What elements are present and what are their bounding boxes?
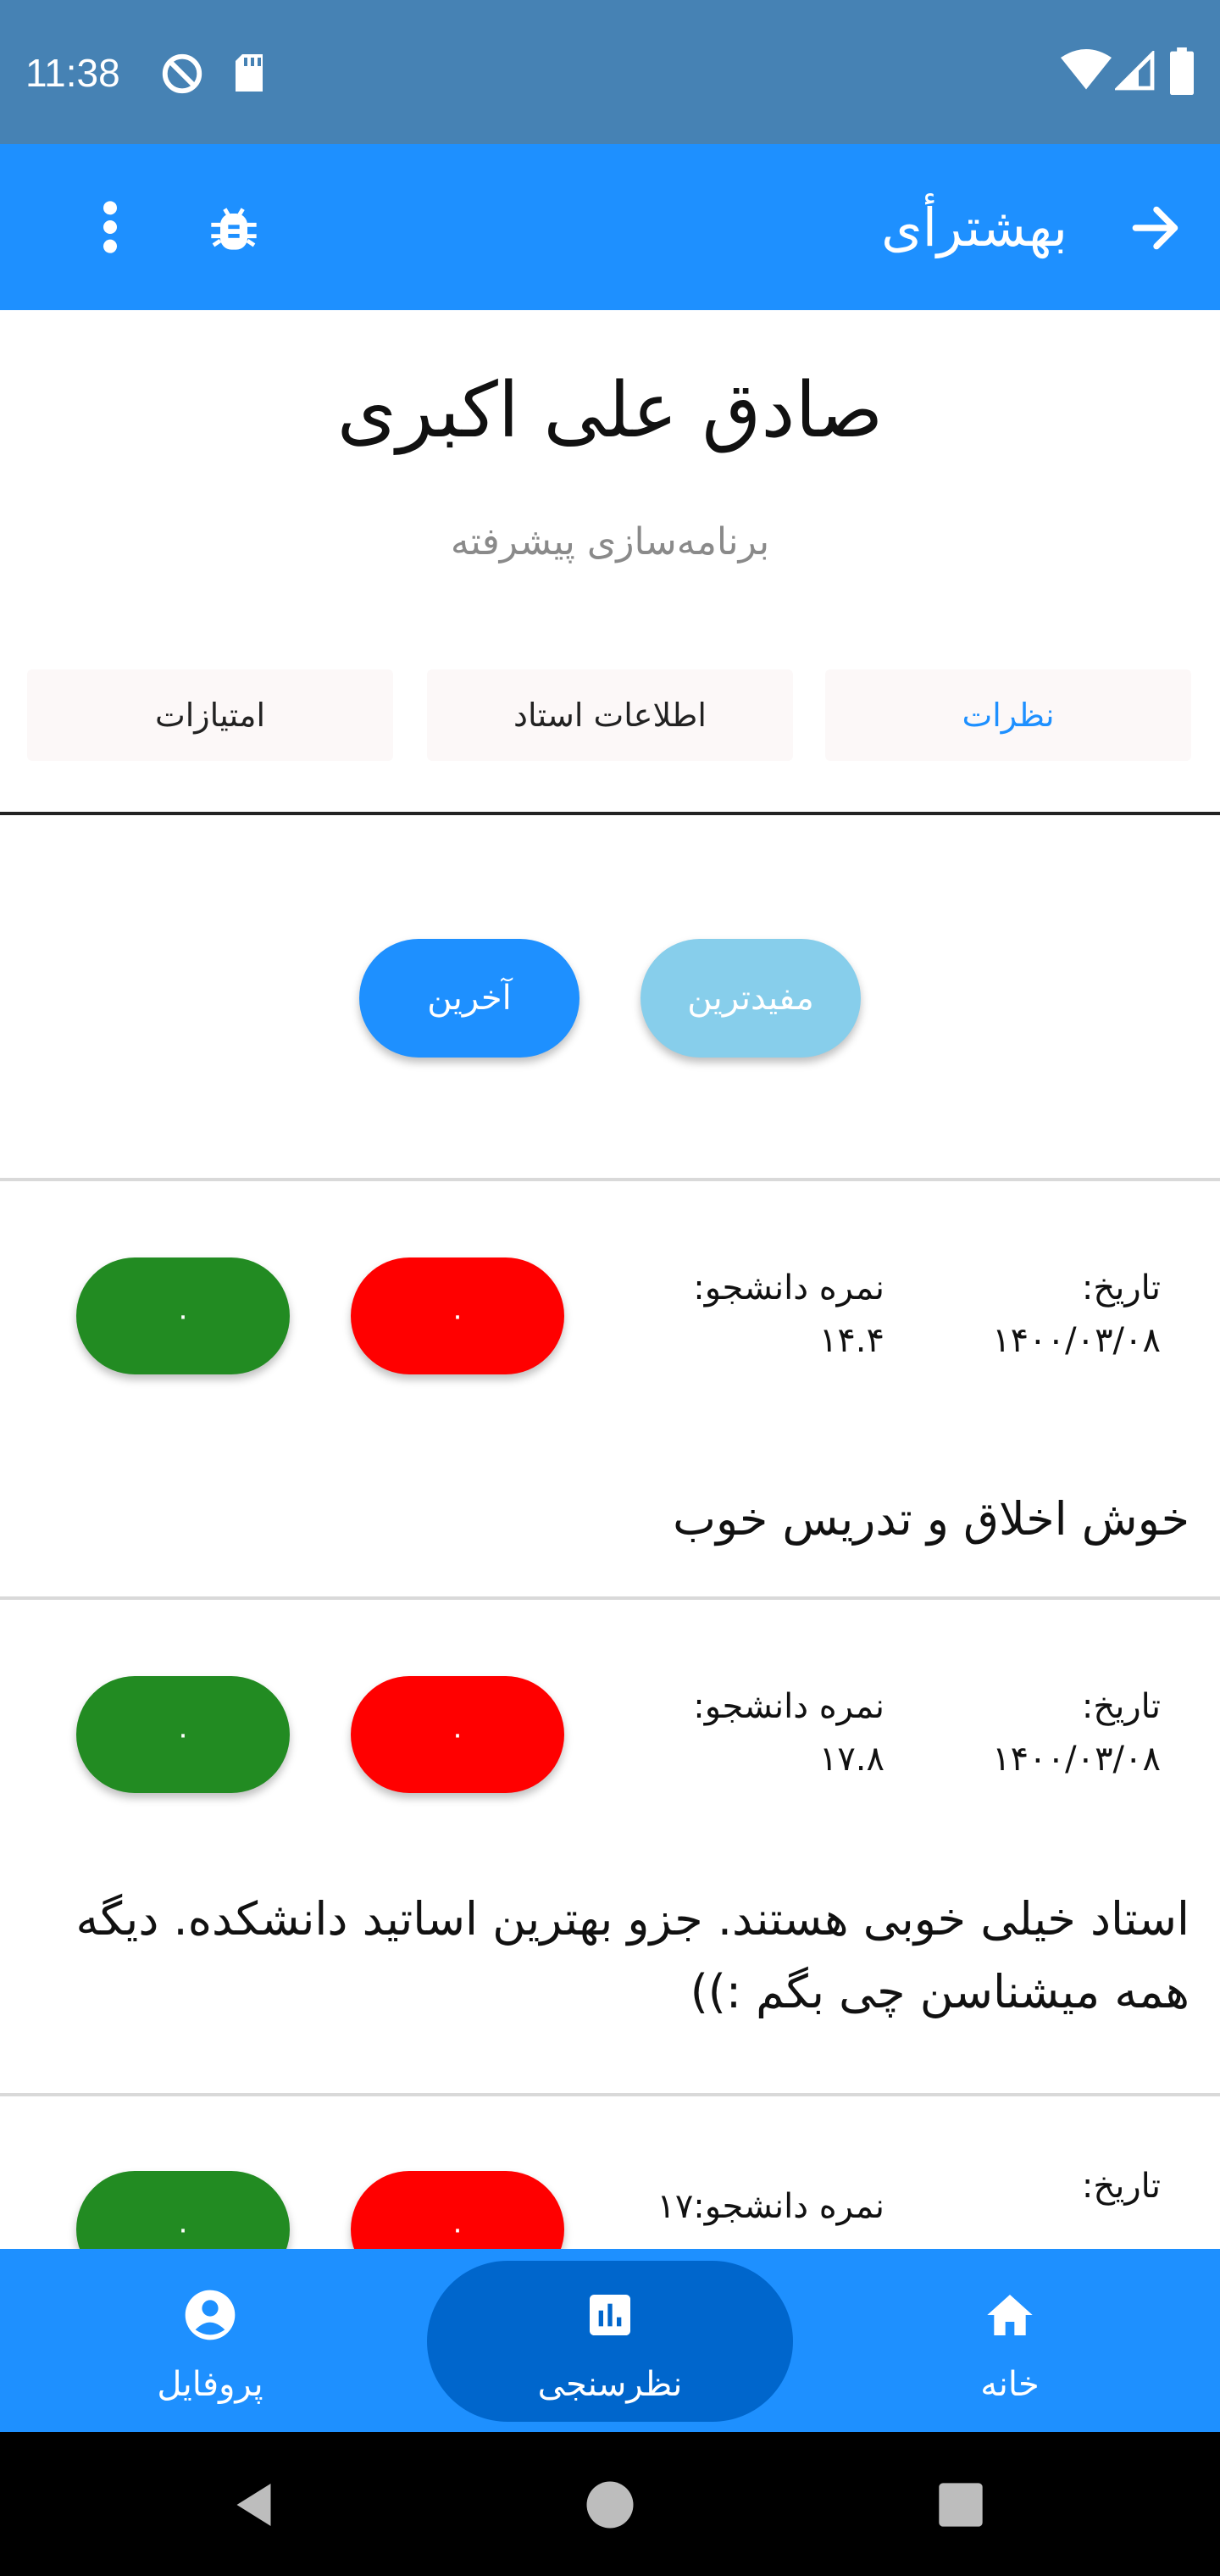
tab-scores[interactable]: امتیازات: [27, 669, 393, 761]
like-button[interactable]: ۰: [76, 1257, 290, 1374]
signal-icon: [1115, 51, 1155, 91]
date-label: تاریخ:: [1081, 1687, 1161, 1726]
back-arrow-icon[interactable]: [1125, 197, 1188, 259]
nav-item-profile[interactable]: پروفایل: [27, 2249, 393, 2432]
grade-label: نمره دانشجو:: [693, 1269, 884, 1307]
nav-label: نظرسنجی: [537, 2365, 683, 2404]
dislike-button[interactable]: ۰: [351, 1257, 564, 1374]
review-text: خوش اخلاق و تدریس خوب: [673, 1492, 1190, 1546]
date-label: تاریخ:: [1081, 1269, 1161, 1307]
app-title: بهشترأی: [881, 197, 1068, 258]
tabs-divider: [0, 812, 1220, 815]
app-bar: بهشترأی: [0, 144, 1220, 310]
status-time: 11:38: [25, 51, 120, 95]
back-icon[interactable]: [230, 2479, 281, 2530]
date-value: ۱۴۰۰/۰۳/۰۸: [992, 1740, 1161, 1779]
bottom-nav: خانه نظرسنجی پروفایل: [0, 2249, 1220, 2432]
sd-card-icon: [236, 54, 263, 92]
date-label: تاریخ:: [1081, 2167, 1161, 2206]
nav-label: پروفایل: [157, 2365, 263, 2404]
nav-item-poll[interactable]: نظرسنجی: [427, 2249, 793, 2432]
like-button[interactable]: ۰: [76, 1676, 290, 1793]
home-circle-icon[interactable]: [585, 2479, 635, 2530]
dislike-button[interactable]: ۰: [351, 1676, 564, 1793]
review-text: استاد خیلی خوبی هستند. جزو بهترین اساتید…: [75, 1892, 1190, 2018]
grade-value: ۱۴.۴: [818, 1321, 884, 1360]
poll-icon: [590, 2295, 630, 2335]
recents-icon[interactable]: [937, 2481, 984, 2529]
system-nav-bar: [0, 2432, 1220, 2576]
grade-value: ۱۷.۸: [818, 1740, 884, 1779]
tab-professor-info[interactable]: اطلاعات استاد: [427, 669, 793, 761]
account-circle-icon: [185, 2290, 236, 2340]
more-vert-icon[interactable]: [93, 200, 127, 254]
nav-item-home[interactable]: خانه: [827, 2249, 1193, 2432]
professor-name: صادق علی اکبری: [336, 366, 884, 455]
status-bar: 11:38: [0, 0, 1220, 144]
wifi-icon: [1061, 49, 1112, 90]
screen: 11:38: [0, 0, 1220, 2576]
divider: [0, 1596, 1220, 1600]
date-value: ۱۴۰۰/۰۳/۰۸: [992, 1321, 1161, 1360]
grade-label: نمره دانشجو:۱۷: [657, 2187, 884, 2226]
sort-helpful-button[interactable]: مفیدترین: [640, 939, 861, 1058]
do-not-disturb-icon: [162, 53, 202, 94]
review-card: ۰ ۰ تاریخ: ۱۴۰۰/۰۳/۰۸ نمره دانشجو: ۱۴.۴ …: [0, 1257, 1220, 1596]
divider: [0, 2093, 1220, 2096]
course-name: برنامه‌سازی پیشرفته: [450, 520, 770, 564]
battery-icon: [1170, 47, 1194, 95]
home-icon: [987, 2295, 1033, 2335]
review-card: ۰ ۰ تاریخ: ۱۴۰۰/۰۳/۰۸ نمره دانشجو: ۱۷.۸ …: [0, 1676, 1220, 2091]
sort-latest-button[interactable]: آخرین: [359, 939, 580, 1058]
divider: [0, 1178, 1220, 1181]
tab-comments[interactable]: نظرات: [825, 669, 1191, 761]
grade-label: نمره دانشجو:: [693, 1687, 884, 1726]
review-card: ۰ ۰ تاریخ: نمره دانشجو:۱۷: [0, 2167, 1220, 2288]
nav-label: خانه: [980, 2365, 1040, 2404]
bug-icon[interactable]: [207, 200, 261, 254]
